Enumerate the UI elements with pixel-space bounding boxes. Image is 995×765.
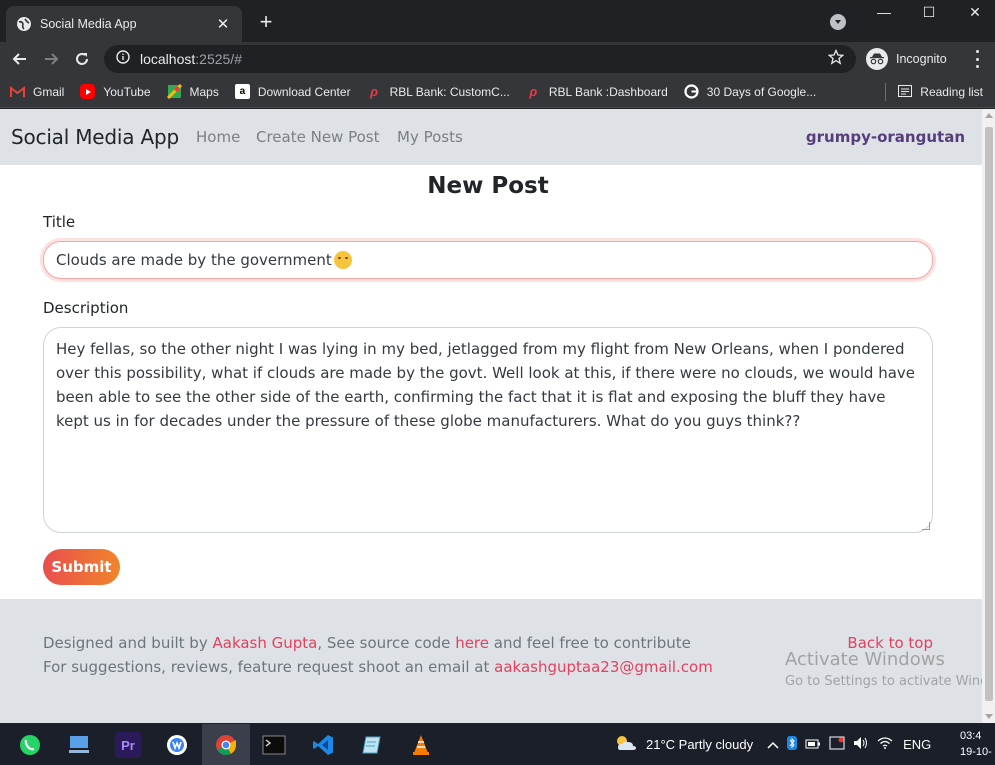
clock-date: 19-10-: [960, 746, 992, 758]
activate-windows-watermark: Activate Windows Go to Settings to activ…: [785, 649, 982, 689]
maps-icon: [166, 84, 182, 99]
premiere-pro-icon[interactable]: Pr: [115, 732, 141, 758]
title-label: Title: [43, 213, 76, 231]
globe-icon: [16, 16, 32, 32]
bluetooth-icon[interactable]: [787, 736, 798, 753]
terminal-icon[interactable]: [261, 732, 287, 758]
site-navbar: Social Media App Home Create New Post My…: [0, 109, 982, 165]
url-path: :2525/#: [195, 51, 242, 67]
notepad-icon[interactable]: [359, 732, 385, 758]
browser-menu-icon[interactable]: [970, 50, 984, 68]
tab-title: Social Media App: [40, 17, 137, 31]
language-indicator[interactable]: ENG: [903, 737, 931, 752]
source-code-link[interactable]: here: [455, 634, 489, 652]
weather-label[interactable]: 21°C Partly cloudy: [646, 737, 753, 752]
system-tray: 21°C Partly cloudy ENG: [614, 724, 931, 765]
nav-create-new-post[interactable]: Create New Post: [256, 128, 379, 146]
forward-arrow-icon[interactable]: [40, 48, 62, 70]
gmail-icon: [10, 84, 25, 99]
bookmark-maps[interactable]: Maps: [166, 84, 219, 99]
description-value: Hey fellas, so the other night I was lyi…: [56, 340, 916, 430]
close-tab-icon[interactable]: ✕: [214, 15, 232, 33]
usb-icon[interactable]: [829, 736, 845, 753]
bookmark-star-icon[interactable]: [827, 48, 845, 70]
title-input-value: Clouds are made by the government: [56, 251, 332, 269]
bookmark-30-days-google[interactable]: 30 Days of Google...: [684, 84, 816, 99]
windows-taskbar: Pr 21°C Partly cloudy ENG 03:4 19-10-: [0, 724, 995, 765]
partly-cloudy-icon[interactable]: [614, 734, 638, 755]
scroll-down-icon[interactable]: [985, 714, 993, 719]
author-link[interactable]: Aakash Gupta: [212, 634, 317, 652]
submit-button[interactable]: Submit: [43, 549, 120, 585]
back-arrow-icon[interactable]: [9, 48, 31, 70]
clock-time: 03:4: [960, 730, 982, 742]
rbl-icon: ρ: [529, 84, 538, 99]
vlc-icon[interactable]: [408, 732, 434, 758]
address-bar[interactable]: localhost :2525/#: [104, 45, 856, 73]
emoji-icon: [333, 251, 352, 269]
browser-tab[interactable]: Social Media App ✕: [6, 6, 242, 42]
bookmark-gmail[interactable]: Gmail: [10, 84, 64, 99]
chrome-icon[interactable]: [213, 732, 239, 758]
resize-handle-icon[interactable]: [922, 522, 930, 530]
nav-home[interactable]: Home: [196, 128, 240, 146]
username-link[interactable]: grumpy-orangutan: [806, 128, 965, 146]
info-icon[interactable]: [116, 49, 130, 69]
title-input[interactable]: Clouds are made by the government: [43, 241, 933, 279]
screen: Social Media App ✕ + — ☐ ✕ localhost :25…: [0, 0, 995, 765]
youtube-icon: [80, 84, 96, 99]
bookmark-download-center[interactable]: a Download Center: [234, 84, 351, 99]
amazon-icon: a: [234, 84, 250, 99]
description-label: Description: [43, 299, 129, 317]
nav-my-posts[interactable]: My Posts: [397, 128, 463, 146]
incognito-label: Incognito: [896, 52, 947, 66]
bookmark-youtube[interactable]: YouTube: [80, 84, 151, 99]
reading-list[interactable]: Reading list: [885, 76, 983, 108]
scroll-up-icon[interactable]: [985, 113, 993, 118]
minimize-icon[interactable]: —: [861, 0, 907, 26]
chevron-up-icon[interactable]: [767, 737, 779, 752]
tab-strip: Social Media App ✕ + — ☐ ✕: [0, 0, 995, 42]
reading-list-icon: [898, 84, 913, 100]
app-w-icon[interactable]: [164, 732, 190, 758]
page-title: New Post: [427, 173, 549, 199]
new-tab-icon[interactable]: +: [255, 10, 277, 34]
browser-toolbar: localhost :2525/# Incognito: [0, 42, 995, 76]
site-brand[interactable]: Social Media App: [11, 125, 179, 149]
maximize-icon[interactable]: ☐: [906, 0, 952, 26]
rbl-icon: ρ: [370, 84, 378, 99]
google-icon: [684, 84, 699, 99]
battery-icon[interactable]: [805, 737, 821, 752]
vscode-icon[interactable]: [310, 732, 336, 758]
page-scrollbar[interactable]: [982, 109, 995, 723]
clock[interactable]: 03:4 19-10-: [960, 728, 992, 760]
description-textarea[interactable]: Hey fellas, so the other night I was lyi…: [43, 327, 933, 533]
window-close-icon[interactable]: ✕: [952, 0, 995, 26]
wifi-icon[interactable]: [877, 737, 893, 752]
bookmarks-bar: Gmail YouTube Maps a Download Center ρ R…: [0, 76, 995, 108]
email-link[interactable]: aakashguptaa23@gmail.com: [494, 658, 713, 676]
bookmark-rbl-dashboard[interactable]: ρ RBL Bank :Dashboard: [526, 84, 667, 99]
site-footer: Designed and built by Aakash Gupta, See …: [0, 599, 982, 723]
url-host: localhost: [140, 51, 196, 67]
footer-credits: Designed and built by Aakash Gupta, See …: [43, 634, 691, 652]
divider: [885, 83, 887, 101]
reload-icon[interactable]: [71, 48, 93, 70]
incognito-indicator[interactable]: Incognito: [866, 46, 947, 72]
whatsapp-icon[interactable]: [17, 732, 43, 758]
web-page: Social Media App Home Create New Post My…: [0, 109, 982, 723]
this-pc-icon[interactable]: [66, 732, 92, 758]
incognito-icon: [866, 48, 888, 70]
footer-contact: For suggestions, reviews, feature reques…: [43, 658, 713, 676]
speaker-icon[interactable]: [853, 736, 869, 753]
tab-search-icon[interactable]: [830, 14, 846, 30]
bookmark-rbl-custom[interactable]: ρ RBL Bank: CustomC...: [367, 84, 510, 99]
scrollbar-thumb[interactable]: [985, 127, 993, 701]
